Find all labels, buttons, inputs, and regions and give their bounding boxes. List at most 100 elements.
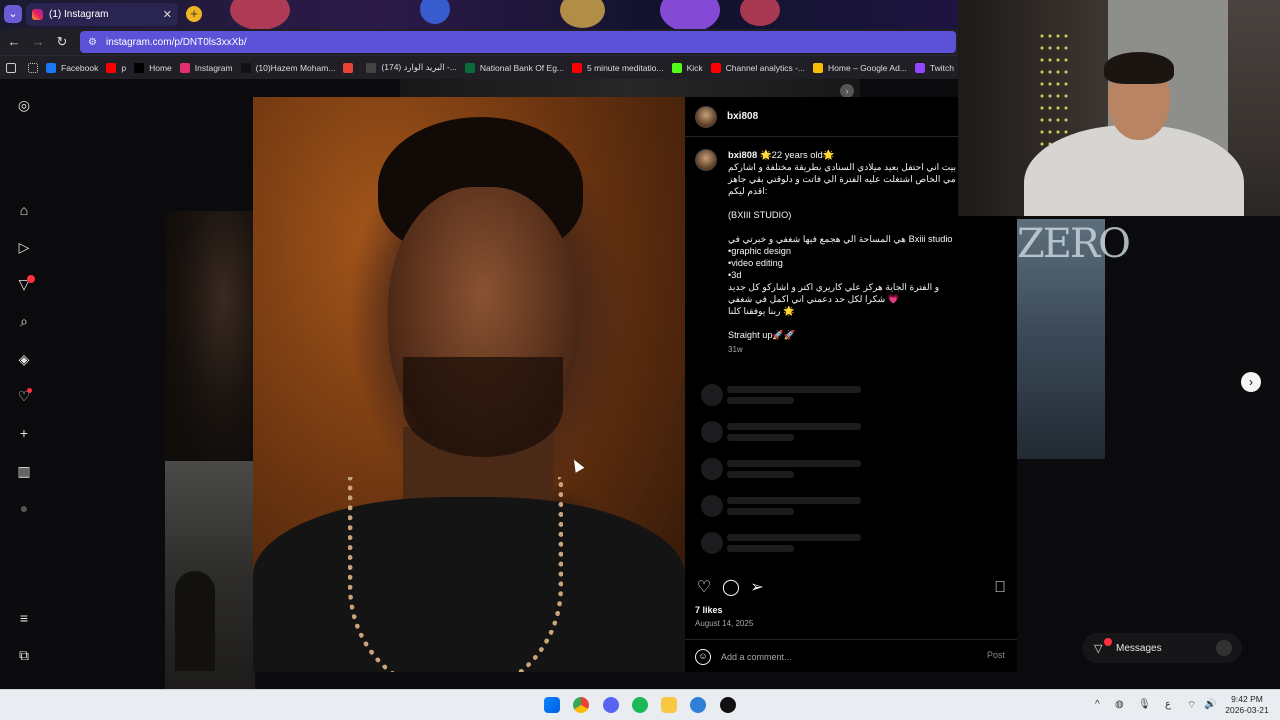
post-date: August 14, 2025: [695, 619, 754, 628]
emoji-icon[interactable]: ☺: [695, 649, 711, 665]
bookmark-label: Instagram: [194, 62, 233, 73]
bookmark-item[interactable]: Facebook: [46, 62, 98, 73]
forward-arrow-icon[interactable]: →: [30, 34, 46, 50]
bookmark-item[interactable]: (10)Hazem Moham...: [240, 62, 336, 73]
bookmark-favicon-icon: [671, 62, 682, 73]
post-image[interactable]: [253, 97, 685, 672]
network-icon[interactable]: ◍: [1115, 699, 1124, 710]
start-windows-icon[interactable]: [544, 697, 560, 713]
dashboard-icon[interactable]: ▥: [16, 463, 32, 479]
url-text: instagram.com/p/DNT0ls3xxXb/: [106, 36, 247, 48]
instagram-logo-icon[interactable]: ◎: [16, 97, 32, 113]
tab-instagram[interactable]: (1) Instagram ✕: [26, 3, 178, 26]
webcam-overlay: [958, 0, 1280, 216]
post-relative-time: 31w: [728, 345, 743, 354]
bookmark-grid-icon[interactable]: [28, 62, 38, 73]
create-plus-icon[interactable]: +: [16, 425, 32, 441]
bookmark-item[interactable]: Home – Google Ad...: [813, 62, 907, 73]
microphone-icon[interactable]: 🎙: [1138, 699, 1151, 710]
bookmark-label: Home: [149, 62, 172, 73]
browser-navbar: ← → ↻ ⚙ instagram.com/p/DNT0ls3xxXb/: [0, 29, 958, 55]
discord-icon[interactable]: [603, 697, 619, 713]
bookmark-item[interactable]: p: [106, 62, 127, 73]
carousel-next-icon[interactable]: ›: [840, 84, 854, 98]
next-post-button[interactable]: ›: [1241, 372, 1261, 392]
bookmark-label: (10)Hazem Moham...: [255, 62, 336, 73]
bookmark-favicon-icon: [343, 62, 354, 73]
bookmark-item[interactable]: (174) البريد الوارد -...: [366, 62, 457, 73]
save-bookmark-icon[interactable]: ⎕: [991, 579, 1009, 597]
bookmark-item[interactable]: Instagram: [179, 62, 233, 73]
caption-line: Straight up🚀🚀: [728, 330, 796, 340]
bookmark-favicon-icon: [366, 62, 377, 73]
like-heart-icon[interactable]: ♡: [695, 579, 713, 597]
caption-line: 💗 شكرا لكل حد دعمني اني اكمل في شغفي: [728, 294, 900, 304]
caption-line: 🌟 ربنا يوفقنا كلنا: [728, 306, 795, 316]
tab-strip-decoration: [420, 0, 450, 24]
explore-icon[interactable]: ◈: [16, 351, 32, 367]
bookmark-favicon-icon: [914, 62, 925, 73]
caption-line: [728, 317, 1013, 329]
spotify-icon[interactable]: [632, 697, 648, 713]
caption-line: Bxiii studio هي المساحة الي هجمع فيها شغ…: [728, 234, 953, 244]
wifi-icon[interactable]: ⌔: [1187, 699, 1196, 712]
bookmark-label: Twitch: [929, 62, 955, 73]
chrome-icon[interactable]: [573, 697, 589, 713]
comment-input[interactable]: [721, 648, 971, 666]
clock-time: 9:42 PM: [1231, 694, 1263, 704]
reels-icon[interactable]: ▷: [16, 239, 32, 255]
bookmark-item[interactable]: [343, 62, 358, 73]
bookmark-item[interactable]: Home: [134, 62, 172, 73]
post-actions: ♡ ◯ ➢ ⎕: [695, 579, 1009, 599]
workspace-chevron-icon[interactable]: ⌄: [4, 5, 22, 23]
show-hidden-icons-chevron[interactable]: ^: [1095, 699, 1100, 710]
tab-title: (1) Instagram: [49, 9, 109, 20]
bookmark-label: p: [121, 62, 127, 73]
home-icon[interactable]: ⌂: [16, 202, 32, 218]
bookmark-favicon-icon: [106, 62, 117, 73]
close-tab-icon[interactable]: ✕: [163, 8, 172, 21]
comment-bar: ☺ Post: [685, 639, 1017, 672]
back-arrow-icon[interactable]: ←: [6, 34, 22, 50]
caption-line: •graphic design: [728, 246, 791, 256]
messages-widget[interactable]: ▽ Messages: [1082, 633, 1242, 663]
bookmark-item[interactable]: Channel analytics -...: [710, 62, 805, 73]
bookmark-label: Home – Google Ad...: [828, 62, 907, 73]
file-explorer-icon[interactable]: [661, 697, 677, 713]
meta-apps-icon[interactable]: ⧉: [16, 647, 32, 663]
author-username[interactable]: bxi808: [727, 111, 758, 122]
webcam-person-hair: [1104, 52, 1174, 84]
obs-icon[interactable]: [720, 697, 736, 713]
new-tab-button[interactable]: +: [186, 6, 202, 22]
bookmark-favicon-icon: [813, 62, 823, 73]
bookmark-item[interactable]: 5 minute meditatio...: [572, 62, 664, 73]
volume-icon[interactable]: 🔊: [1204, 699, 1216, 710]
more-menu-icon[interactable]: ≡: [16, 610, 32, 626]
likes-count[interactable]: 7 likes: [695, 605, 723, 615]
tab-strip-decoration: [740, 0, 780, 26]
tab-strip-decoration: [660, 0, 720, 29]
notification-badge: [27, 275, 35, 283]
language-indicator[interactable]: ع: [1165, 699, 1171, 710]
apps-grid-icon[interactable]: [6, 62, 16, 73]
caption-username[interactable]: bxi808: [728, 149, 757, 160]
background-post-person: [165, 211, 255, 461]
post-comment-button[interactable]: Post: [987, 650, 1005, 660]
bookmark-item[interactable]: Kick: [671, 62, 703, 73]
post-image-beard: [403, 357, 563, 457]
taskbar-clock[interactable]: 9:42 PM 2026-03-21: [1222, 694, 1272, 716]
reload-icon[interactable]: ↻: [54, 34, 70, 50]
author-avatar[interactable]: [695, 106, 717, 128]
qbittorrent-icon[interactable]: [690, 697, 706, 713]
search-icon[interactable]: ⌕: [16, 313, 32, 329]
comment-bubble-icon[interactable]: ◯: [722, 579, 740, 597]
bookmark-item[interactable]: National Bank Of Eg...: [464, 62, 564, 73]
share-send-icon[interactable]: ➢: [748, 579, 766, 597]
caption-avatar[interactable]: [695, 149, 717, 171]
site-settings-icon[interactable]: ⚙: [88, 37, 100, 48]
bookmarks-bar: Facebook p Home Instagram (10)Hazem Moham...…: [0, 55, 958, 79]
instagram-sidebar: ◎ ⌂ ▷ ▽ ⌕ ◈ ♡ + ▥ ● ≡ ⧉: [0, 79, 48, 689]
bookmark-item[interactable]: Twitch: [914, 62, 955, 73]
profile-avatar-icon[interactable]: ●: [16, 500, 32, 516]
address-bar[interactable]: ⚙ instagram.com/p/DNT0ls3xxXb/: [80, 31, 956, 53]
